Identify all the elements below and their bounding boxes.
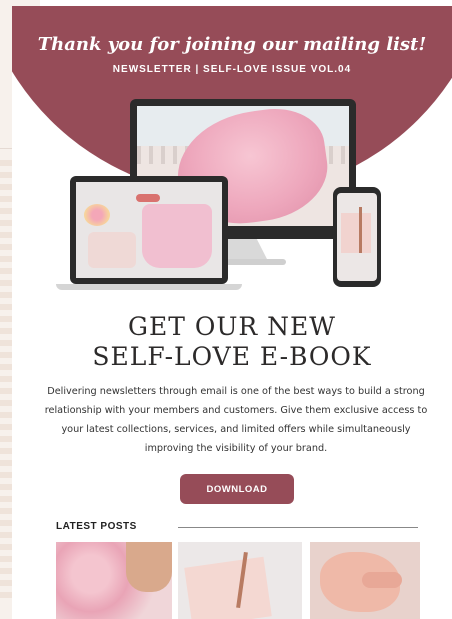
heading-line-2: SELF-LOVE E-BOOK [92, 342, 372, 371]
ebook-heading: GET OUR NEW SELF-LOVE E-BOOK [12, 312, 452, 372]
post-thumbnail-pink-dress[interactable] [56, 542, 172, 619]
laptop-screen-image [76, 182, 222, 278]
issue-subtitle: NEWSLETTER | SELF-LOVE ISSUE VOL.04 [112, 64, 352, 75]
download-button[interactable]: DOWNLOAD [180, 474, 294, 504]
thank-you-title: Thank you for joining our mailing list! [37, 34, 427, 55]
post-thumbnail-notebook[interactable] [178, 542, 302, 619]
newsletter-email: Thank you for joining our mailing list! … [12, 6, 452, 619]
latest-posts-divider [178, 527, 418, 528]
laptop-base [56, 284, 242, 290]
smartphone [333, 187, 381, 287]
post-thumbnail-baby-hand[interactable] [310, 542, 420, 619]
phone-screen-image [337, 193, 377, 281]
heading-line-1: GET OUR NEW [128, 312, 336, 341]
latest-posts-title: LATEST POSTS [56, 521, 137, 532]
hero-description: Delivering newsletters through email is … [44, 386, 428, 454]
laptop [70, 176, 228, 284]
